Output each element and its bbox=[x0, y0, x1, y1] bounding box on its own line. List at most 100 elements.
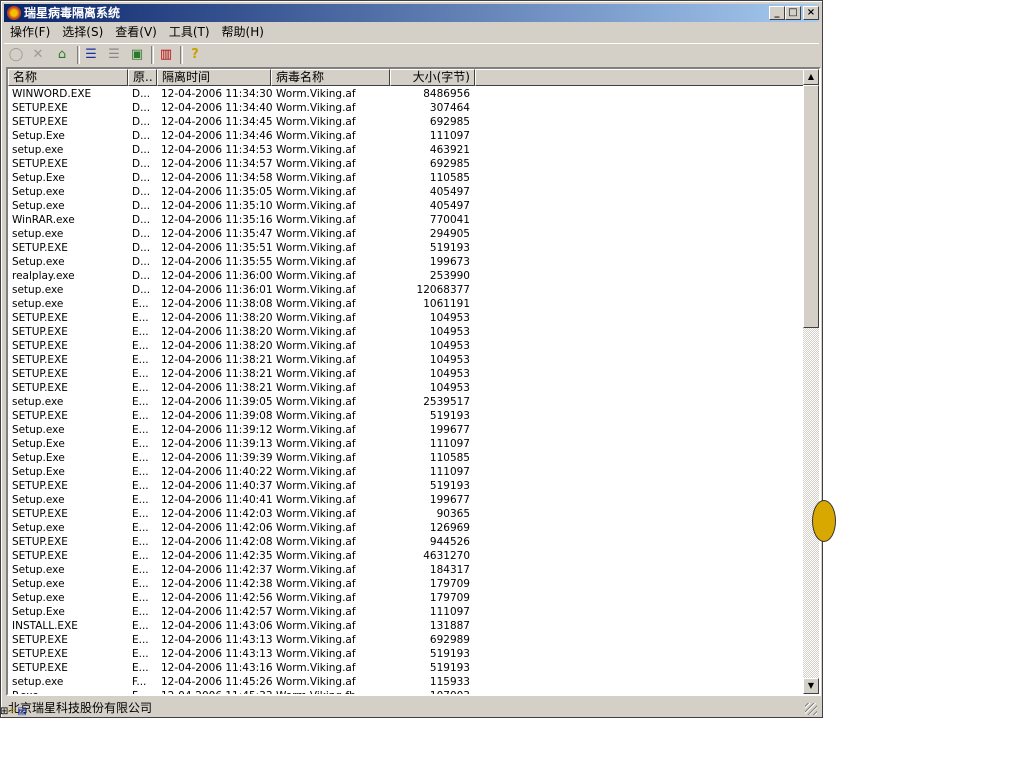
table-row[interactable]: realplay.exe D... 12-04-2006 11:36:00 Worm.… bbox=[8, 269, 805, 283]
table-row[interactable]: SETUP.EXE D... 12-04-2006 11:35:51 Worm.Vik… bbox=[8, 241, 805, 255]
table-row[interactable]: Setup.Exe E... 12-04-2006 11:39:13 Worm.Vik… bbox=[8, 437, 805, 451]
cell-origin: E... bbox=[132, 298, 149, 310]
cell-size: 405497 bbox=[429, 186, 470, 198]
table-row[interactable]: Setup.exe D... 12-04-2006 11:35:10 Worm.Vik… bbox=[8, 199, 805, 213]
cell-origin: D... bbox=[132, 102, 151, 114]
table-row[interactable]: Setup.exe E... 12-04-2006 11:42:38 Worm.Vik… bbox=[8, 577, 805, 591]
delete-icon[interactable]: ✕ bbox=[29, 46, 47, 64]
toolbar-separator bbox=[151, 46, 154, 64]
table-row[interactable]: SETUP.EXE D... 12-04-2006 11:34:40 Worm.Vik… bbox=[8, 101, 805, 115]
table-row[interactable]: SETUP.EXE E... 12-04-2006 11:38:20 Worm.Vik… bbox=[8, 325, 805, 339]
table-row[interactable]: SETUP.EXE D... 12-04-2006 11:34:57 Worm.Vik… bbox=[8, 157, 805, 171]
menu-operation[interactable]: 操作(F) bbox=[4, 23, 56, 41]
help-icon[interactable]: ? bbox=[186, 46, 204, 64]
table-row[interactable]: Setup.exe D... 12-04-2006 11:35:55 Worm.Vik… bbox=[8, 255, 805, 269]
scroll-up-button[interactable]: ▲ bbox=[803, 69, 819, 85]
menu-view[interactable]: 查看(V) bbox=[109, 23, 163, 41]
table-row[interactable]: SETUP.EXE E... 12-04-2006 11:38:21 Worm.Vik… bbox=[8, 353, 805, 367]
cell-name: SETUP.EXE bbox=[12, 382, 68, 394]
resize-grip[interactable] bbox=[805, 703, 817, 715]
table-row[interactable]: P.exe F... 12-04-2006 11:45:33 Worm.Viking.… bbox=[8, 689, 805, 696]
table-row[interactable]: SETUP.EXE E... 12-04-2006 11:43:16 Worm.Vik… bbox=[8, 661, 805, 675]
table-row[interactable]: setup.exe D... 12-04-2006 11:36:01 Worm.Vik… bbox=[8, 283, 805, 297]
table-row[interactable]: SETUP.EXE E... 12-04-2006 11:38:21 Worm.Vik… bbox=[8, 367, 805, 381]
chart-icon[interactable]: ▥ bbox=[157, 46, 175, 64]
column-header-virus[interactable]: 病毒名称 bbox=[271, 69, 390, 86]
menu-tools[interactable]: 工具(T) bbox=[163, 23, 216, 41]
table-row[interactable]: Setup.Exe D... 12-04-2006 11:34:58 Worm.Vik… bbox=[8, 171, 805, 185]
table-row[interactable]: SETUP.EXE E... 12-04-2006 11:38:21 Worm.Vik… bbox=[8, 381, 805, 395]
cell-virus: Worm.Viking.af bbox=[276, 354, 356, 366]
menu-select[interactable]: 选择(S) bbox=[56, 23, 109, 41]
cell-virus: Worm.Viking.af bbox=[276, 312, 356, 324]
table-row[interactable]: INSTALL.EXE E... 12-04-2006 11:43:06 Worm.V… bbox=[8, 619, 805, 633]
cell-origin: D... bbox=[132, 214, 151, 226]
cell-size: 107003 bbox=[429, 690, 470, 696]
mascot-icon[interactable] bbox=[812, 500, 836, 542]
cell-name: SETUP.EXE bbox=[12, 368, 68, 380]
column-header-time[interactable]: 隔离时间 bbox=[157, 69, 271, 86]
column-header-name[interactable]: 名称 bbox=[8, 69, 128, 86]
cell-origin: E... bbox=[132, 410, 149, 422]
cell-name: Setup.exe bbox=[12, 200, 65, 212]
cell-virus: Worm.Viking.af bbox=[276, 466, 356, 478]
cell-name: SETUP.EXE bbox=[12, 410, 68, 422]
table-row[interactable]: setup.exe E... 12-04-2006 11:39:05 Worm.Vik… bbox=[8, 395, 805, 409]
cell-origin: D... bbox=[132, 228, 151, 240]
cell-origin: D... bbox=[132, 130, 151, 142]
cell-origin: E... bbox=[132, 382, 149, 394]
table-row[interactable]: Setup.exe E... 12-04-2006 11:40:41 Worm.Vik… bbox=[8, 493, 805, 507]
table-row[interactable]: WINWORD.EXE D... 12-04-2006 11:34:30 Worm.V… bbox=[8, 87, 805, 101]
vertical-scrollbar[interactable]: ▲ ▼ bbox=[803, 69, 819, 694]
column-header-size[interactable]: 大小(字节) bbox=[390, 69, 475, 86]
refresh-icon[interactable]: ▣ bbox=[128, 46, 146, 64]
table-row[interactable]: Setup.exe E... 12-04-2006 11:42:06 Worm.Vik… bbox=[8, 521, 805, 535]
close-button[interactable]: × bbox=[803, 6, 819, 20]
cell-virus: Worm.Viking.af bbox=[276, 228, 356, 240]
table-row[interactable]: setup.exe D... 12-04-2006 11:34:53 Worm.Vik… bbox=[8, 143, 805, 157]
cell-origin: E... bbox=[132, 354, 149, 366]
table-row[interactable]: Setup.exe E... 12-04-2006 11:42:56 Worm.Vik… bbox=[8, 591, 805, 605]
list-view-icon[interactable]: ☰ bbox=[82, 46, 100, 64]
minimize-button[interactable]: _ bbox=[769, 6, 785, 20]
table-row[interactable]: Setup.exe E... 12-04-2006 11:39:12 Worm.Vik… bbox=[8, 423, 805, 437]
cell-size: 770041 bbox=[429, 214, 470, 226]
table-row[interactable]: SETUP.EXE E... 12-04-2006 11:43:13 Worm.Vik… bbox=[8, 633, 805, 647]
table-row[interactable]: WinRAR.exe D... 12-04-2006 11:35:16 Worm.Vi… bbox=[8, 213, 805, 227]
table-row[interactable]: SETUP.EXE E... 12-04-2006 11:43:13 Worm.Vik… bbox=[8, 647, 805, 661]
table-row[interactable]: Setup.Exe D... 12-04-2006 11:34:46 Worm.Vik… bbox=[8, 129, 805, 143]
scroll-thumb[interactable] bbox=[803, 85, 819, 328]
table-row[interactable]: Setup.exe E... 12-04-2006 11:42:37 Worm.Vik… bbox=[8, 563, 805, 577]
table-row[interactable]: Setup.Exe E... 12-04-2006 11:39:39 Worm.Vik… bbox=[8, 451, 805, 465]
table-row[interactable]: SETUP.EXE E... 12-04-2006 11:40:37 Worm.Vik… bbox=[8, 479, 805, 493]
table-row[interactable]: setup.exe F... 12-04-2006 11:45:26 Worm.Vik… bbox=[8, 675, 805, 689]
table-row[interactable]: SETUP.EXE E... 12-04-2006 11:38:20 Worm.Vik… bbox=[8, 311, 805, 325]
cell-name: SETUP.EXE bbox=[12, 662, 68, 674]
table-row[interactable]: SETUP.EXE E... 12-04-2006 11:42:03 Worm.Vik… bbox=[8, 507, 805, 521]
cell-origin: E... bbox=[132, 578, 149, 590]
cell-origin: D... bbox=[132, 116, 151, 128]
column-header-origin[interactable]: 原.. bbox=[128, 69, 157, 86]
scroll-down-button[interactable]: ▼ bbox=[803, 678, 819, 694]
table-row[interactable]: SETUP.EXE E... 12-04-2006 11:42:35 Worm.Vik… bbox=[8, 549, 805, 563]
cell-time: 12-04-2006 11:38:20 bbox=[161, 340, 273, 352]
cell-size: 692985 bbox=[429, 116, 470, 128]
cell-time: 12-04-2006 11:38:21 bbox=[161, 354, 273, 366]
cell-name: setup.exe bbox=[12, 396, 64, 408]
detail-view-icon[interactable]: ☰ bbox=[105, 46, 123, 64]
cell-name: setup.exe bbox=[12, 284, 64, 296]
menu-help[interactable]: 帮助(H) bbox=[216, 23, 270, 41]
cell-name: SETUP.EXE bbox=[12, 480, 68, 492]
table-row[interactable]: Setup.Exe E... 12-04-2006 11:40:22 Worm.Vik… bbox=[8, 465, 805, 479]
table-row[interactable]: setup.exe D... 12-04-2006 11:35:47 Worm.Vik… bbox=[8, 227, 805, 241]
table-row[interactable]: SETUP.EXE E... 12-04-2006 11:38:20 Worm.Vik… bbox=[8, 339, 805, 353]
table-row[interactable]: Setup.exe D... 12-04-2006 11:35:05 Worm.Vik… bbox=[8, 185, 805, 199]
restore-icon[interactable]: ◯ bbox=[7, 46, 25, 64]
table-row[interactable]: Setup.Exe E... 12-04-2006 11:42:57 Worm.Vik… bbox=[8, 605, 805, 619]
table-row[interactable]: SETUP.EXE E... 12-04-2006 11:42:08 Worm.Vik… bbox=[8, 535, 805, 549]
table-row[interactable]: SETUP.EXE D... 12-04-2006 11:34:45 Worm.Vik… bbox=[8, 115, 805, 129]
scan-icon[interactable]: ⌂ bbox=[53, 46, 71, 64]
maximize-button[interactable]: □ bbox=[785, 6, 801, 20]
table-row[interactable]: SETUP.EXE E... 12-04-2006 11:39:08 Worm.Vik… bbox=[8, 409, 805, 423]
table-row[interactable]: setup.exe E... 12-04-2006 11:38:08 Worm.Vik… bbox=[8, 297, 805, 311]
